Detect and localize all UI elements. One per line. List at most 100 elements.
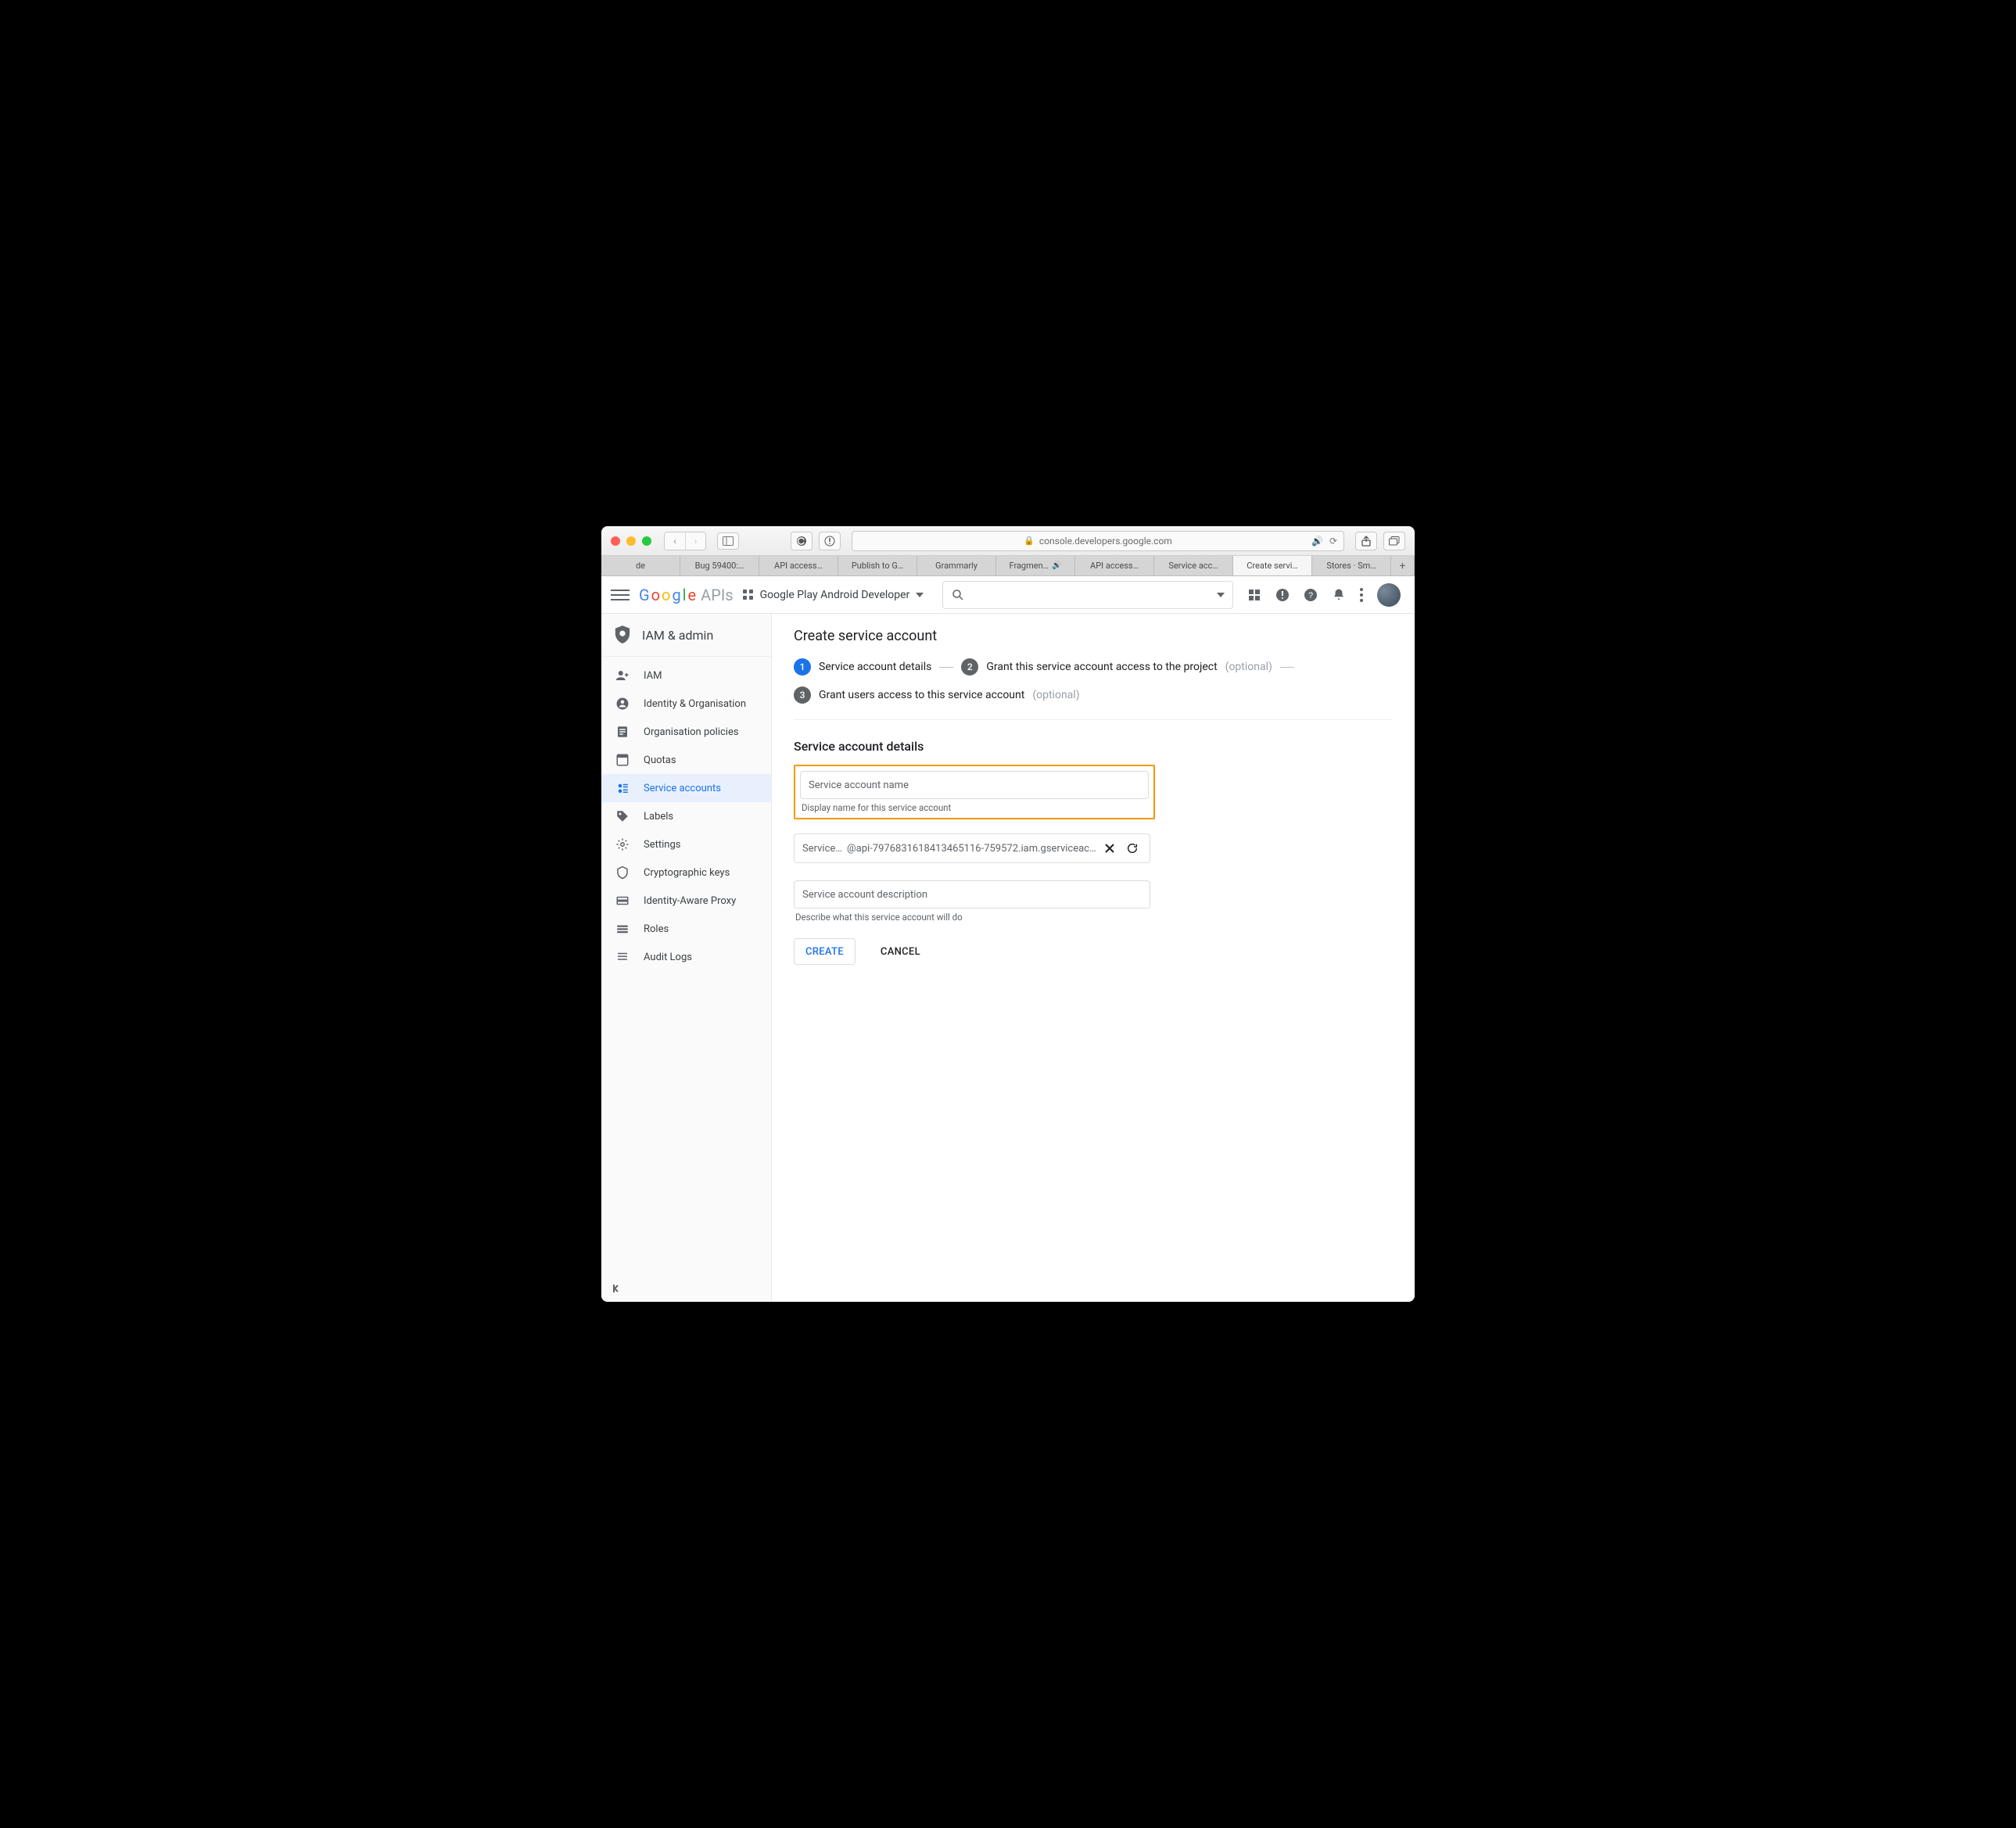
more-icon[interactable]	[1360, 588, 1363, 602]
description-field-group: Service account description Describe wha…	[794, 880, 1150, 923]
create-button[interactable]: CREATE	[794, 938, 856, 965]
step-badge: 3	[794, 686, 811, 704]
step-3[interactable]: 3 Grant users access to this service acc…	[794, 686, 1080, 704]
reader-mode-icon[interactable]	[819, 532, 841, 550]
browser-tab[interactable]: API access…	[759, 556, 838, 575]
browser-titlebar: ‹ › 🔒 console.developers.google.com 🔊 ⟳	[601, 526, 1415, 556]
regenerate-id-button[interactable]	[1123, 842, 1142, 855]
forward-button[interactable]: ›	[685, 532, 705, 550]
extension-grammarly-icon[interactable]	[791, 532, 812, 550]
browser-tab[interactable]: Grammarly	[917, 556, 996, 575]
iap-icon	[615, 894, 630, 908]
url-host: console.developers.google.com	[1039, 536, 1172, 547]
browser-tab[interactable]: Stores · Sm…	[1312, 556, 1391, 575]
sidebar-item-crypto-keys[interactable]: Cryptographic keys	[601, 858, 771, 887]
sidebar-toggle-button[interactable]	[717, 532, 739, 550]
caret-down-icon	[916, 593, 924, 597]
browser-tab[interactable]: Service acc…	[1154, 556, 1233, 575]
service-account-name-input[interactable]: Service account name	[800, 771, 1149, 799]
search-dropdown-icon[interactable]	[1217, 593, 1225, 597]
sidebar: IAM & admin IAM Identity & Organisation …	[601, 614, 772, 1302]
nav-buttons: ‹ ›	[664, 532, 706, 550]
cancel-button[interactable]: CANCEL	[870, 938, 931, 965]
description-helper-text: Describe what this service account will …	[794, 909, 1150, 923]
share-button[interactable]	[1355, 532, 1377, 550]
browser-tab[interactable]: Bug 59400:…	[680, 556, 759, 575]
shield-icon	[614, 625, 631, 645]
name-helper-text: Display name for this service account	[800, 799, 1149, 813]
browser-tab[interactable]: de	[601, 556, 680, 575]
app-header: Google APIs Google Play Android Develope…	[601, 576, 1415, 614]
quota-icon	[615, 753, 630, 767]
person-add-icon	[615, 668, 630, 683]
clear-id-button[interactable]	[1101, 843, 1118, 854]
browser-tab[interactable]: Publish to G…	[838, 556, 917, 575]
step-2[interactable]: 2 Grant this service account access to t…	[961, 658, 1272, 676]
back-button[interactable]: ‹	[665, 532, 685, 550]
key-icon	[615, 866, 630, 880]
section-title: Service account details	[794, 739, 1393, 754]
sidebar-collapse-button[interactable]	[601, 1275, 771, 1302]
alert-icon[interactable]	[1275, 588, 1290, 602]
step-divider	[939, 667, 953, 668]
roles-icon	[615, 922, 630, 936]
gift-icon[interactable]	[1247, 588, 1261, 602]
step-1[interactable]: 1 Service account details	[794, 658, 931, 676]
service-account-description-input[interactable]: Service account description	[794, 880, 1150, 909]
tabs-overview-button[interactable]	[1383, 532, 1405, 550]
lock-icon: 🔒	[1024, 536, 1035, 546]
notifications-icon[interactable]	[1332, 588, 1346, 602]
page-title: Create service account	[794, 628, 1393, 644]
google-apis-logo[interactable]: Google APIs	[639, 586, 734, 604]
step-badge: 2	[961, 658, 978, 676]
sidebar-title: IAM & admin	[601, 614, 771, 657]
svg-text:?: ?	[1308, 591, 1313, 600]
user-avatar[interactable]	[1377, 583, 1401, 607]
sidebar-item-labels[interactable]: Labels	[601, 802, 771, 830]
menu-button[interactable]	[611, 586, 630, 604]
step-divider	[1280, 667, 1294, 668]
help-icon[interactable]: ?	[1304, 588, 1318, 602]
service-account-id-field[interactable]: Service… @api-7976831618413465116-759572…	[794, 833, 1150, 863]
step-badge: 1	[794, 658, 811, 676]
search-icon	[951, 588, 965, 602]
tag-icon	[615, 809, 630, 823]
stepper: 1 Service account details 2 Grant this s…	[794, 658, 1393, 720]
logs-icon	[615, 950, 630, 964]
header-actions: ?	[1243, 583, 1405, 607]
minimize-window-button[interactable]	[626, 536, 636, 546]
close-window-button[interactable]	[611, 536, 620, 546]
content: IAM & admin IAM Identity & Organisation …	[601, 614, 1415, 1302]
account-icon	[615, 697, 630, 711]
search-input[interactable]	[942, 581, 1233, 609]
sidebar-item-quotas[interactable]: Quotas	[601, 746, 771, 774]
new-tab-button[interactable]: +	[1391, 556, 1415, 575]
sidebar-item-audit-logs[interactable]: Audit Logs	[601, 943, 771, 971]
main-content: Create service account 1 Service account…	[772, 614, 1415, 1302]
browser-window: ‹ › 🔒 console.developers.google.com 🔊 ⟳	[601, 526, 1415, 1302]
document-icon	[615, 725, 630, 739]
sidebar-items: IAM Identity & Organisation Organisation…	[601, 657, 771, 971]
sidebar-item-iam[interactable]: IAM	[601, 661, 771, 690]
service-account-name-highlight: Service account name Display name for th…	[794, 765, 1155, 819]
browser-tab[interactable]: API access…	[1075, 556, 1154, 575]
form-actions: CREATE CANCEL	[794, 938, 1393, 965]
sidebar-item-iap[interactable]: Identity-Aware Proxy	[601, 887, 771, 915]
project-selector[interactable]: Google Play Android Developer	[743, 589, 924, 601]
sidebar-item-org-policies[interactable]: Organisation policies	[601, 718, 771, 746]
sidebar-item-roles[interactable]: Roles	[601, 915, 771, 943]
reload-button[interactable]: ⟳	[1329, 536, 1337, 547]
id-email: @api-7976831618413465116-759572.iam.gser…	[847, 843, 1096, 855]
browser-tabstrip: de Bug 59400:… API access… Publish to G……	[601, 556, 1415, 576]
tab-audio-icon: 🔊	[1052, 561, 1061, 570]
audio-indicator-icon[interactable]: 🔊	[1311, 536, 1323, 547]
browser-tab[interactable]: Fragmen…🔊	[996, 556, 1075, 575]
sidebar-item-identity[interactable]: Identity & Organisation	[601, 690, 771, 718]
url-bar[interactable]: 🔒 console.developers.google.com 🔊 ⟳	[852, 531, 1344, 551]
browser-tab-active[interactable]: Create servi…	[1233, 556, 1312, 575]
maximize-window-button[interactable]	[642, 536, 651, 546]
gear-icon	[615, 837, 630, 851]
service-account-icon	[615, 781, 630, 795]
sidebar-item-settings[interactable]: Settings	[601, 830, 771, 858]
sidebar-item-service-accounts[interactable]: Service accounts	[601, 774, 771, 802]
